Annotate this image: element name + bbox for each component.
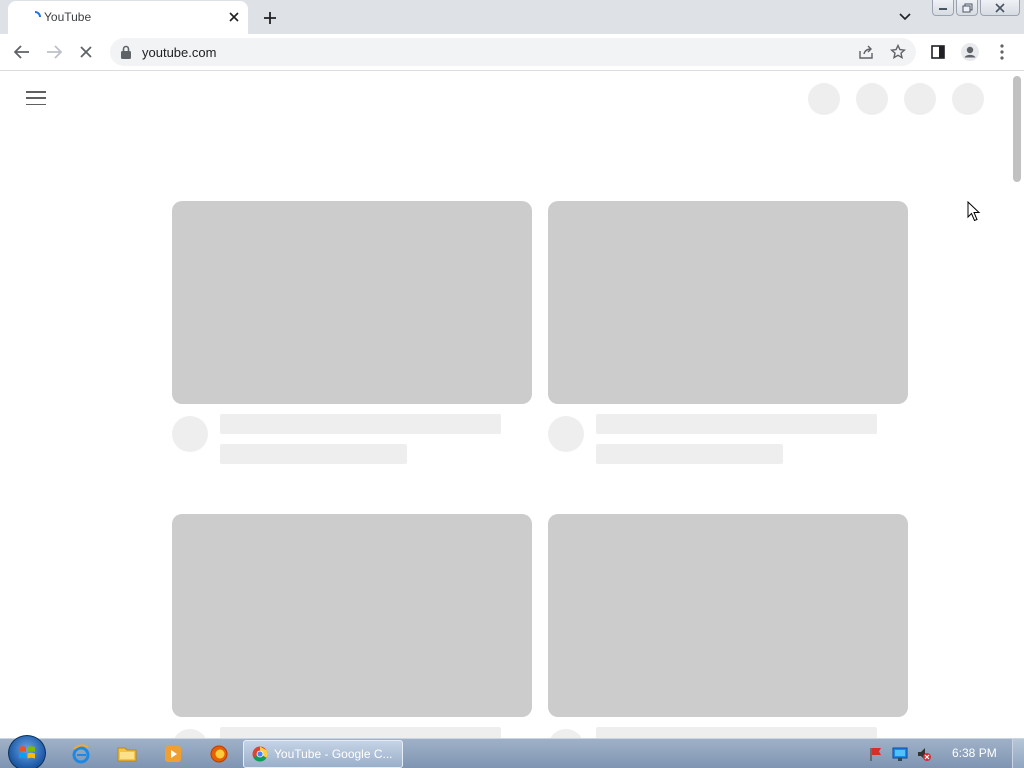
avatar-placeholder xyxy=(172,729,208,738)
header-placeholder xyxy=(904,83,936,115)
network-icon[interactable] xyxy=(892,746,908,762)
subtitle-placeholder xyxy=(596,444,783,464)
avatar-placeholder xyxy=(548,416,584,452)
avatar-placeholder xyxy=(172,416,208,452)
thumbnail-placeholder xyxy=(172,201,532,404)
back-arrow-icon[interactable] xyxy=(10,40,34,64)
stop-loading-icon[interactable] xyxy=(74,40,98,64)
close-icon[interactable] xyxy=(226,9,242,25)
title-placeholder xyxy=(596,727,877,738)
video-card-placeholder xyxy=(548,201,908,474)
restore-icon[interactable] xyxy=(956,0,978,16)
hamburger-menu-icon[interactable] xyxy=(26,90,46,106)
chevron-down-icon[interactable] xyxy=(894,6,916,28)
plus-icon[interactable] xyxy=(258,6,282,30)
media-player-icon[interactable] xyxy=(160,742,186,766)
window-controls xyxy=(930,0,1020,18)
kebab-menu-icon[interactable] xyxy=(990,40,1014,64)
mouse-cursor-icon xyxy=(967,201,981,222)
minimize-icon[interactable] xyxy=(932,0,954,16)
title-placeholder xyxy=(596,414,877,434)
subtitle-placeholder xyxy=(220,444,407,464)
forward-arrow-icon[interactable] xyxy=(42,40,66,64)
volume-muted-icon[interactable] xyxy=(916,746,932,762)
page-scrollbar[interactable] xyxy=(1010,72,1024,738)
lock-icon[interactable] xyxy=(120,45,132,59)
avatar-placeholder xyxy=(548,729,584,738)
close-icon[interactable] xyxy=(980,0,1020,16)
video-card-placeholder xyxy=(172,514,532,738)
thumbnail-placeholder xyxy=(172,514,532,717)
profile-icon[interactable] xyxy=(958,40,982,64)
firefox-icon[interactable] xyxy=(206,742,232,766)
windows-start-icon[interactable] xyxy=(8,735,46,768)
taskbar-task-label: YouTube - Google C... xyxy=(274,747,393,761)
video-card-placeholder xyxy=(548,514,908,738)
header-placeholder xyxy=(808,83,840,115)
browser-toolbar: youtube.com xyxy=(0,34,1024,71)
star-icon[interactable] xyxy=(888,42,908,62)
system-clock[interactable]: 6:38 PM xyxy=(952,746,997,760)
thumbnail-placeholder xyxy=(548,514,908,717)
tab-title: YouTube xyxy=(44,10,92,24)
windows-taskbar: YouTube - Google C... 6:38 PM xyxy=(0,735,1024,768)
tab-strip: YouTube xyxy=(0,0,1024,34)
show-desktop-button[interactable] xyxy=(1012,739,1024,768)
internet-explorer-icon[interactable] xyxy=(68,742,94,766)
chrome-icon xyxy=(252,746,268,762)
thumbnail-placeholder xyxy=(548,201,908,404)
header-placeholder xyxy=(856,83,888,115)
share-icon[interactable] xyxy=(856,42,876,62)
flag-icon[interactable] xyxy=(868,746,884,762)
taskbar-task-chrome[interactable]: YouTube - Google C... xyxy=(243,740,403,768)
scrollbar-thumb[interactable] xyxy=(1013,76,1021,182)
youtube-page xyxy=(0,72,1010,738)
header-placeholder xyxy=(952,83,984,115)
loading-spinner-icon xyxy=(34,11,41,18)
side-panel-icon[interactable] xyxy=(926,40,950,64)
title-placeholder xyxy=(220,727,501,738)
address-bar[interactable]: youtube.com xyxy=(110,38,916,66)
tab-youtube[interactable]: YouTube xyxy=(8,1,248,34)
video-card-placeholder xyxy=(172,201,532,474)
file-explorer-icon[interactable] xyxy=(114,742,140,766)
url-text: youtube.com xyxy=(142,45,217,60)
title-placeholder xyxy=(220,414,501,434)
